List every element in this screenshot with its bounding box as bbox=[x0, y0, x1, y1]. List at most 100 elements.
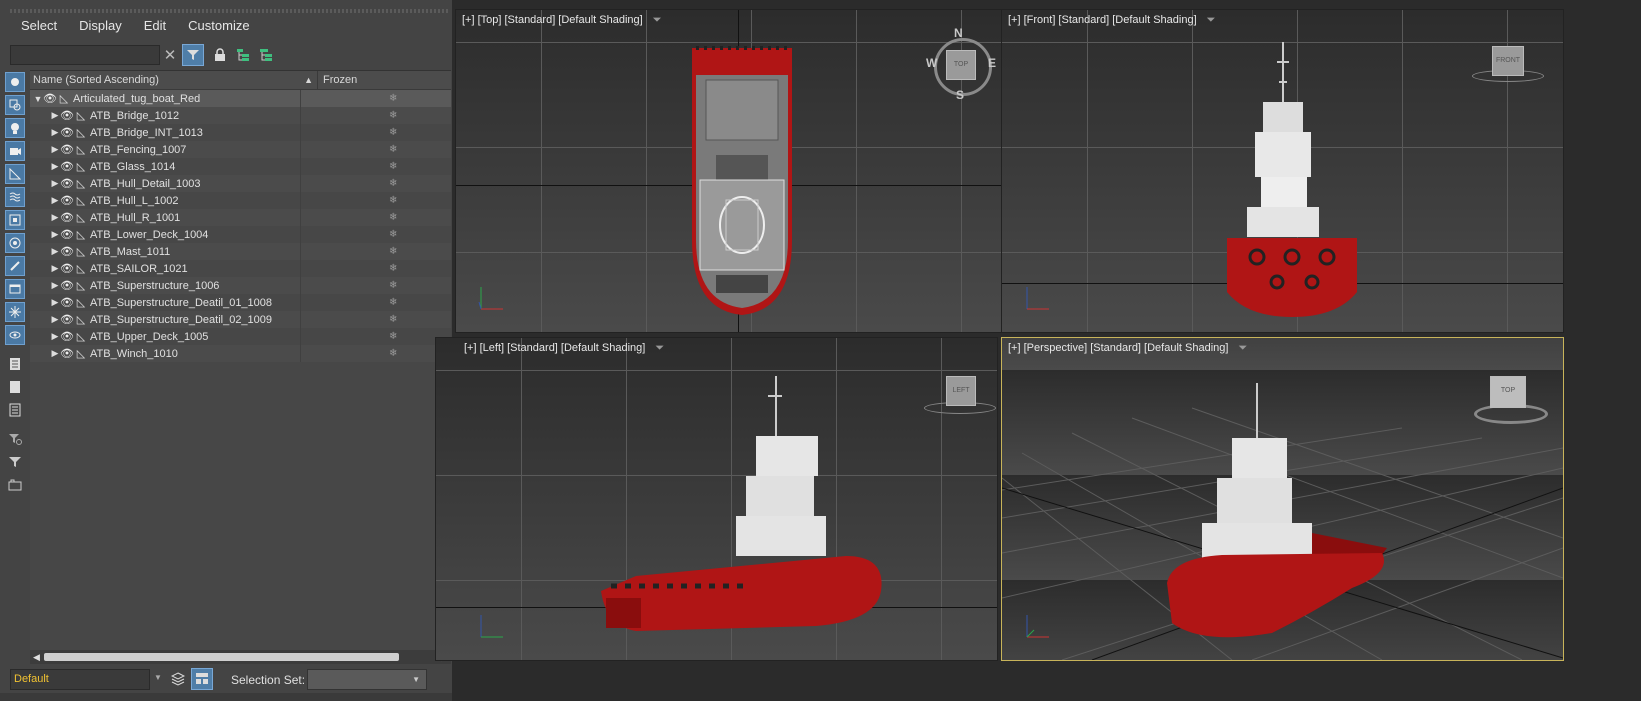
expand-caret-icon[interactable]: ▶ bbox=[50, 161, 60, 172]
helpers-filter-icon[interactable] bbox=[5, 164, 25, 184]
visibility-eye-icon[interactable]: 👁 bbox=[60, 330, 74, 343]
expand-caret-icon[interactable]: ▶ bbox=[50, 110, 60, 121]
tree-horizontal-scrollbar[interactable]: ◀ ▶ bbox=[30, 650, 451, 664]
hierarchy-collapse-button[interactable] bbox=[255, 44, 277, 66]
expand-caret-icon[interactable]: ▶ bbox=[50, 331, 60, 342]
expand-caret-icon[interactable]: ▶ bbox=[50, 229, 60, 240]
viewport-front[interactable]: [+] [Front] [Standard] [Default Shading]… bbox=[1001, 9, 1564, 333]
frozen-snowflake-icon[interactable]: ❄ bbox=[389, 246, 397, 257]
frozen-snowflake-icon[interactable]: ❄ bbox=[389, 348, 397, 359]
all-filter-icon[interactable] bbox=[5, 354, 25, 374]
selection-box-icon[interactable] bbox=[5, 475, 25, 495]
tree-row-root[interactable]: ▼ 👁 ◺ Articulated_tug_boat_Red ❄ bbox=[30, 90, 451, 107]
frozen-snowflake-icon[interactable]: ❄ bbox=[389, 161, 397, 172]
groups-filter-icon[interactable] bbox=[5, 210, 25, 230]
visibility-eye-icon[interactable]: 👁 bbox=[60, 211, 74, 224]
tree-row[interactable]: ▶ 👁 ◺ ATB_Fencing_1007 ❄ bbox=[30, 141, 451, 158]
expand-caret-icon[interactable]: ▶ bbox=[50, 127, 60, 138]
visibility-eye-icon[interactable]: 👁 bbox=[60, 296, 74, 309]
tree-row[interactable]: ▶ 👁 ◺ ATB_Glass_1014 ❄ bbox=[30, 158, 451, 175]
viewport-filter-icon[interactable]: ⏷ bbox=[653, 14, 662, 26]
visibility-eye-icon[interactable]: 👁 bbox=[43, 92, 57, 105]
tree-row[interactable]: ▶ 👁 ◺ ATB_Upper_Deck_1005 ❄ bbox=[30, 328, 451, 345]
frozen-filter-icon[interactable] bbox=[5, 302, 25, 322]
visibility-eye-icon[interactable]: 👁 bbox=[60, 109, 74, 122]
frozen-snowflake-icon[interactable]: ❄ bbox=[389, 314, 397, 325]
expand-caret-icon[interactable]: ▶ bbox=[50, 144, 60, 155]
expand-caret-icon[interactable]: ▶ bbox=[50, 280, 60, 291]
none-filter-icon[interactable] bbox=[5, 377, 25, 397]
expand-caret-icon[interactable]: ▶ bbox=[50, 314, 60, 325]
viewcube-top[interactable]: TOP N S E W bbox=[926, 26, 996, 102]
frozen-snowflake-icon[interactable]: ❄ bbox=[389, 280, 397, 291]
visibility-eye-icon[interactable]: 👁 bbox=[60, 279, 74, 292]
shapes-filter-icon[interactable] bbox=[5, 95, 25, 115]
lock-button[interactable] bbox=[209, 44, 231, 66]
frozen-snowflake-icon[interactable]: ❄ bbox=[389, 297, 397, 308]
column-frozen-header[interactable]: Frozen bbox=[318, 71, 357, 89]
expand-caret-icon[interactable]: ▶ bbox=[50, 195, 60, 206]
tree-row[interactable]: ▶ 👁 ◺ ATB_Superstructure_1006 ❄ bbox=[30, 277, 451, 294]
viewport-label-perspective[interactable]: [+] [Perspective] [Standard] [Default Sh… bbox=[1008, 342, 1247, 355]
expand-caret-icon[interactable]: ▶ bbox=[50, 348, 60, 359]
visibility-eye-icon[interactable]: 👁 bbox=[60, 313, 74, 326]
menu-customize[interactable]: Customize bbox=[188, 18, 249, 40]
tree-row[interactable]: ▶ 👁 ◺ ATB_Winch_1010 ❄ bbox=[30, 345, 451, 362]
viewport-perspective[interactable]: [+] [Perspective] [Standard] [Default Sh… bbox=[1001, 337, 1564, 661]
visibility-eye-icon[interactable]: 👁 bbox=[60, 143, 74, 156]
frozen-snowflake-icon[interactable]: ❄ bbox=[389, 229, 397, 240]
viewport-filter-icon[interactable]: ⏷ bbox=[655, 342, 664, 354]
clear-search-icon[interactable]: ✕ bbox=[159, 44, 181, 66]
expand-caret-icon[interactable]: ▶ bbox=[50, 212, 60, 223]
tree-row[interactable]: ▶ 👁 ◺ ATB_Hull_Detail_1003 ❄ bbox=[30, 175, 451, 192]
tree-row[interactable]: ▶ 👁 ◺ ATB_Hull_R_1001 ❄ bbox=[30, 209, 451, 226]
tree-row[interactable]: ▶ 👁 ◺ ATB_Lower_Deck_1004 ❄ bbox=[30, 226, 451, 243]
menu-select[interactable]: Select bbox=[21, 18, 57, 40]
frozen-snowflake-icon[interactable]: ❄ bbox=[389, 178, 397, 189]
frozen-snowflake-icon[interactable]: ❄ bbox=[389, 110, 397, 121]
layer-field[interactable]: Default bbox=[10, 669, 150, 690]
bones-filter-icon[interactable] bbox=[5, 256, 25, 276]
viewport-label-left[interactable]: [+] [Left] [Standard] [Default Shading] ⏷ bbox=[464, 342, 664, 355]
tree-row[interactable]: ▶ 👁 ◺ ATB_Bridge_INT_1013 ❄ bbox=[30, 124, 451, 141]
layer-dropdown-icon[interactable]: ▼ bbox=[154, 673, 162, 682]
layer-explorer-button[interactable] bbox=[167, 668, 189, 690]
frozen-snowflake-icon[interactable]: ❄ bbox=[389, 212, 397, 223]
scrollbar-thumb[interactable] bbox=[44, 653, 399, 661]
tree-row[interactable]: ▶ 👁 ◺ ATB_Mast_1011 ❄ bbox=[30, 243, 451, 260]
menu-edit[interactable]: Edit bbox=[144, 18, 166, 40]
visibility-eye-icon[interactable]: 👁 bbox=[60, 347, 74, 360]
frozen-snowflake-icon[interactable]: ❄ bbox=[389, 127, 397, 138]
viewport-top[interactable]: [+] [Top] [Standard] [Default Shading] ⏷ … bbox=[455, 9, 1018, 333]
expand-caret-icon[interactable]: ▶ bbox=[50, 246, 60, 257]
expand-caret-icon[interactable]: ▶ bbox=[50, 178, 60, 189]
visibility-eye-icon[interactable]: 👁 bbox=[60, 228, 74, 241]
visibility-eye-icon[interactable]: 👁 bbox=[60, 160, 74, 173]
viewport-label-top[interactable]: [+] [Top] [Standard] [Default Shading] ⏷ bbox=[462, 14, 662, 27]
expand-caret-icon[interactable]: ▶ bbox=[50, 297, 60, 308]
spacewarps-filter-icon[interactable] bbox=[5, 187, 25, 207]
visibility-eye-icon[interactable]: 👁 bbox=[60, 245, 74, 258]
visibility-eye-icon[interactable]: 👁 bbox=[60, 177, 74, 190]
frozen-snowflake-icon[interactable]: ❄ bbox=[389, 331, 397, 342]
viewport-left[interactable]: [+] [Left] [Standard] [Default Shading] ⏷… bbox=[435, 337, 998, 661]
filter-funnel-icon[interactable] bbox=[5, 452, 25, 472]
frozen-snowflake-icon[interactable]: ❄ bbox=[389, 144, 397, 155]
tree-row[interactable]: ▶ 👁 ◺ ATB_SAILOR_1021 ❄ bbox=[30, 260, 451, 277]
viewport-label-front[interactable]: [+] [Front] [Standard] [Default Shading]… bbox=[1008, 14, 1215, 27]
viewport-filter-icon[interactable]: ⏷ bbox=[1207, 14, 1216, 26]
search-input[interactable] bbox=[10, 45, 160, 65]
frozen-snowflake-icon[interactable]: ❄ bbox=[389, 93, 397, 104]
visibility-eye-icon[interactable]: 👁 bbox=[60, 126, 74, 139]
containers-filter-icon[interactable] bbox=[5, 279, 25, 299]
frozen-snowflake-icon[interactable]: ❄ bbox=[389, 263, 397, 274]
scroll-left-icon[interactable]: ◀ bbox=[33, 650, 40, 664]
viewcube-perspective[interactable]: TOP bbox=[1472, 374, 1552, 424]
xrefs-filter-icon[interactable] bbox=[5, 233, 25, 253]
viewport-filter-icon[interactable]: ⏷ bbox=[1238, 342, 1247, 354]
invert-filter-icon[interactable] bbox=[5, 400, 25, 420]
viewcube-left[interactable]: LEFT bbox=[924, 374, 997, 414]
collapse-caret-icon[interactable]: ▼ bbox=[33, 94, 43, 104]
tree-row[interactable]: ▶ 👁 ◺ ATB_Bridge_1012 ❄ bbox=[30, 107, 451, 124]
filter-toggle-button[interactable] bbox=[182, 44, 204, 66]
